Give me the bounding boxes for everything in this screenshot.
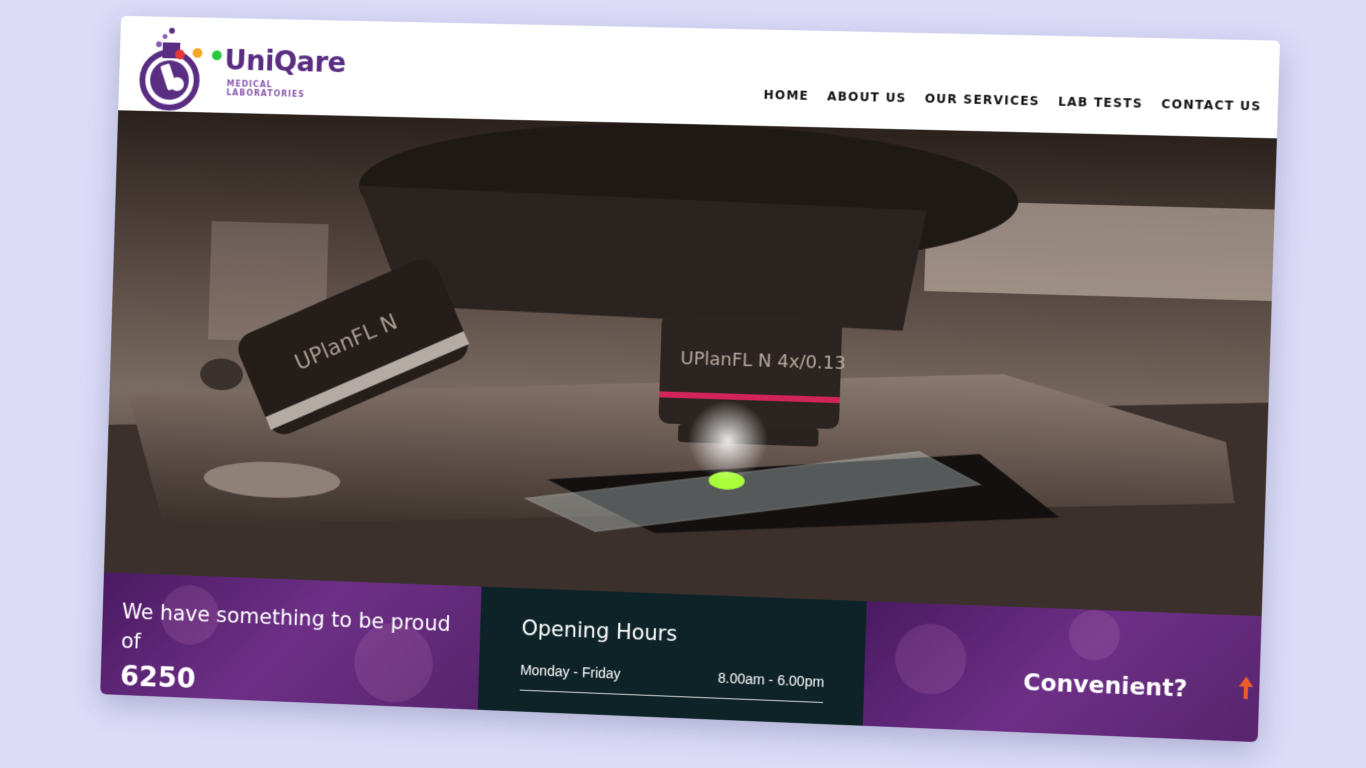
nav-lab-tests[interactable]: LAB TESTS	[1058, 95, 1143, 111]
brand-tagline: MEDICAL LABORATORIES	[226, 79, 306, 99]
nav-about-us[interactable]: ABOUT US	[827, 89, 907, 105]
site-logo[interactable]: UniQare MEDICAL LABORATORIES	[136, 22, 353, 114]
hours-row: Monday - Friday 8.00am - 6.00pm	[519, 661, 825, 704]
bokeh-decor	[1068, 608, 1122, 662]
microscope-illustration: UPlanFL N UPlanFL N 4x/0.13	[103, 116, 1275, 617]
nav-our-services[interactable]: OUR SERVICES	[925, 92, 1040, 109]
stats-title: We have something to be proud of	[120, 599, 452, 654]
hours-days: Monday - Friday	[519, 661, 621, 682]
convenience-panel: Convenient?	[863, 601, 1262, 743]
nav-home[interactable]: HOME	[763, 88, 809, 103]
stats-number: 6250	[119, 659, 197, 696]
bokeh-decor	[894, 622, 968, 696]
hero-microscope-image: UPlanFL N UPlanFL N 4x/0.13	[103, 110, 1277, 617]
stats-panel: We have something to be proud of 6250	[100, 572, 482, 710]
opening-hours-panel: Opening Hours Monday - Friday 8.00am - 6…	[477, 586, 868, 726]
flask-logo-icon	[136, 27, 222, 113]
brand-name: UniQare	[223, 43, 347, 80]
browser-page: UniQare MEDICAL LABORATORIES HOME ABOUT …	[100, 15, 1281, 743]
hours-time: 8.00am - 6.00pm	[717, 669, 825, 690]
nav-contact-us[interactable]: CONTACT US	[1161, 97, 1261, 114]
arrow-up-icon[interactable]	[1238, 676, 1254, 700]
convenience-title: Convenient?	[1022, 669, 1188, 703]
opening-hours-title: Opening Hours	[521, 615, 678, 647]
main-nav: HOME ABOUT US OUR SERVICES LAB TESTS CON…	[763, 88, 1261, 114]
